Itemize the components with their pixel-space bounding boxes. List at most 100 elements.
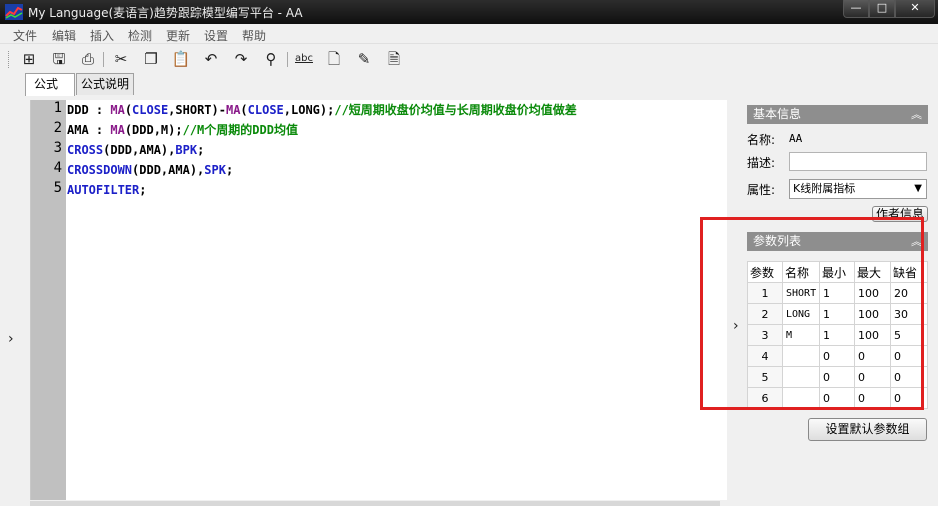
collapse-right-panel-icon[interactable]: › bbox=[733, 318, 739, 334]
window-title: My Language(麦语言)趋势跟踪模型编写平台 - AA bbox=[28, 6, 303, 20]
param-cell[interactable] bbox=[782, 387, 820, 409]
param-cell[interactable]: 0 bbox=[854, 366, 891, 388]
page-icon[interactable]: 🗎 bbox=[383, 49, 405, 69]
paste-icon[interactable]: 📋 bbox=[170, 49, 192, 69]
description-input[interactable] bbox=[789, 152, 927, 171]
code-line[interactable]: AUTOFILTER; bbox=[67, 180, 146, 200]
param-cell[interactable]: 5 bbox=[890, 324, 928, 346]
params-header[interactable]: 参数列表 ︽ bbox=[747, 232, 928, 251]
menu-bar: 文件 编辑 插入 检测 更新 设置 帮助 bbox=[0, 24, 938, 44]
code-token: ,SHORT)- bbox=[168, 103, 226, 117]
code-token: (DDD,M); bbox=[124, 123, 183, 137]
table-row[interactable]: 4000 bbox=[747, 345, 928, 367]
code-token: ,LONG); bbox=[283, 103, 335, 117]
param-index-cell: 1 bbox=[747, 282, 783, 304]
code-token: ( bbox=[124, 103, 133, 117]
param-cell[interactable]: 100 bbox=[854, 282, 891, 304]
code-editor[interactable]: 1 2 3 4 5 DDD : MA(CLOSE,SHORT)-MA(CLOSE… bbox=[30, 100, 727, 500]
code-line[interactable]: CROSSDOWN(DDD,AMA),SPK; bbox=[67, 160, 233, 180]
code-token: MA bbox=[110, 103, 125, 117]
param-cell[interactable]: 0 bbox=[890, 345, 928, 367]
cut-icon[interactable]: ✂ bbox=[110, 49, 132, 69]
column-header: 最大 bbox=[854, 261, 891, 283]
tool-icon[interactable]: ✎ bbox=[353, 49, 375, 69]
collapse-up-icon[interactable]: ︽ bbox=[911, 105, 922, 124]
param-cell[interactable]: SHORT bbox=[782, 282, 820, 304]
menu-settings[interactable]: 设置 bbox=[204, 27, 228, 44]
basic-info-header[interactable]: 基本信息 ︽ bbox=[747, 105, 928, 124]
editor-horizontal-scrollbar[interactable] bbox=[30, 501, 720, 506]
param-cell[interactable]: 20 bbox=[890, 282, 928, 304]
expand-left-icon[interactable]: › bbox=[8, 331, 14, 347]
param-cell[interactable]: 0 bbox=[890, 366, 928, 388]
table-row[interactable]: 2 LONG 1 100 30 bbox=[747, 303, 928, 325]
menu-check[interactable]: 检测 bbox=[128, 27, 152, 44]
menu-edit[interactable]: 编辑 bbox=[52, 27, 76, 44]
param-index-cell: 6 bbox=[747, 387, 783, 409]
table-row[interactable]: 1 SHORT 1 100 20 bbox=[747, 282, 928, 304]
code-token: SPK bbox=[204, 163, 226, 177]
param-cell[interactable] bbox=[782, 366, 820, 388]
param-cell[interactable]: M bbox=[782, 324, 820, 346]
document-icon[interactable]: 🗋 bbox=[323, 49, 345, 69]
param-cell[interactable]: 1 bbox=[819, 324, 855, 346]
find-icon[interactable]: ⚲ bbox=[260, 49, 282, 69]
param-cell[interactable]: 30 bbox=[890, 303, 928, 325]
param-cell[interactable] bbox=[782, 345, 820, 367]
print-icon[interactable]: ⎙ bbox=[77, 49, 99, 69]
table-header-row: 参数 名称 最小 最大 缺省 bbox=[747, 261, 928, 283]
code-token: //短周期收盘价均值与长周期收盘价均值做差 bbox=[334, 103, 577, 117]
param-cell[interactable]: 0 bbox=[819, 387, 855, 409]
table-row[interactable]: 5000 bbox=[747, 366, 928, 388]
new-file-icon[interactable]: ⊞ bbox=[18, 49, 40, 69]
spellcheck-icon[interactable]: abc bbox=[293, 49, 315, 69]
param-cell[interactable]: 0 bbox=[854, 387, 891, 409]
copy-icon[interactable]: ❐ bbox=[140, 49, 162, 69]
line-number: 2 bbox=[53, 120, 62, 136]
param-cell[interactable]: 0 bbox=[854, 345, 891, 367]
menu-file[interactable]: 文件 bbox=[13, 27, 37, 44]
attribute-select[interactable]: K线附属指标 ▼ bbox=[789, 179, 927, 199]
param-cell[interactable]: 0 bbox=[890, 387, 928, 409]
toolbar-grip[interactable] bbox=[8, 51, 10, 68]
param-cell[interactable]: 0 bbox=[819, 345, 855, 367]
name-label: 名称: bbox=[747, 133, 776, 147]
code-line[interactable]: AMA : MA(DDD,M);//M个周期的DDD均值 bbox=[67, 120, 298, 140]
maximize-button[interactable]: □ bbox=[869, 0, 895, 18]
line-number: 3 bbox=[53, 140, 62, 156]
author-info-button[interactable]: 作者信息 bbox=[872, 206, 928, 222]
close-button[interactable]: ✕ bbox=[895, 0, 935, 18]
code-token: ; bbox=[139, 183, 147, 197]
table-row[interactable]: 6000 bbox=[747, 387, 928, 409]
menu-insert[interactable]: 插入 bbox=[90, 27, 114, 44]
minimize-button[interactable]: — bbox=[843, 0, 869, 18]
save-icon[interactable]: 🖫 bbox=[48, 49, 70, 69]
left-collapse-strip: › bbox=[0, 95, 24, 506]
table-row[interactable]: 3 M 1 100 5 bbox=[747, 324, 928, 346]
description-label: 描述: bbox=[747, 156, 776, 170]
line-number: 5 bbox=[53, 180, 62, 196]
param-cell[interactable]: 1 bbox=[819, 303, 855, 325]
title-bar: My Language(麦语言)趋势跟踪模型编写平台 - AA — □ ✕ bbox=[0, 0, 938, 24]
param-cell[interactable]: LONG bbox=[782, 303, 820, 325]
param-cell[interactable]: 0 bbox=[819, 366, 855, 388]
set-default-params-button[interactable]: 设置默认参数组 bbox=[808, 418, 927, 441]
tab-formula[interactable]: 公式 bbox=[25, 73, 75, 96]
menu-help[interactable]: 帮助 bbox=[242, 27, 266, 44]
right-panel: 基本信息 ︽ 名称: AA 描述: 属性: K线附属指标 ▼ 作者信息 参数列表… bbox=[745, 100, 938, 506]
params-table: 参数 名称 最小 最大 缺省 1 SHORT 1 100 20 2 LONG 1 100 30 3 M… bbox=[747, 261, 928, 409]
tab-formula-description[interactable]: 公式说明 bbox=[76, 73, 134, 95]
code-token: (DDD,AMA), bbox=[103, 143, 176, 157]
toolbar: ⊞ 🖫 ⎙ ✂ ❐ 📋 ↶ ↷ ⚲ abc 🗋 ✎ 🗎 bbox=[0, 45, 938, 73]
param-cell[interactable]: 100 bbox=[854, 303, 891, 325]
undo-icon[interactable]: ↶ bbox=[200, 49, 222, 69]
param-cell[interactable]: 1 bbox=[819, 282, 855, 304]
code-line[interactable]: CROSS(DDD,AMA),BPK; bbox=[67, 140, 204, 160]
toolbar-separator bbox=[287, 52, 288, 67]
collapse-up-icon[interactable]: ︽ bbox=[911, 232, 922, 251]
code-line[interactable]: DDD : MA(CLOSE,SHORT)-MA(CLOSE,LONG);//短… bbox=[67, 100, 577, 120]
code-token: AUTOFILTER bbox=[67, 183, 140, 197]
param-cell[interactable]: 100 bbox=[854, 324, 891, 346]
menu-update[interactable]: 更新 bbox=[166, 27, 190, 44]
redo-icon[interactable]: ↷ bbox=[230, 49, 252, 69]
